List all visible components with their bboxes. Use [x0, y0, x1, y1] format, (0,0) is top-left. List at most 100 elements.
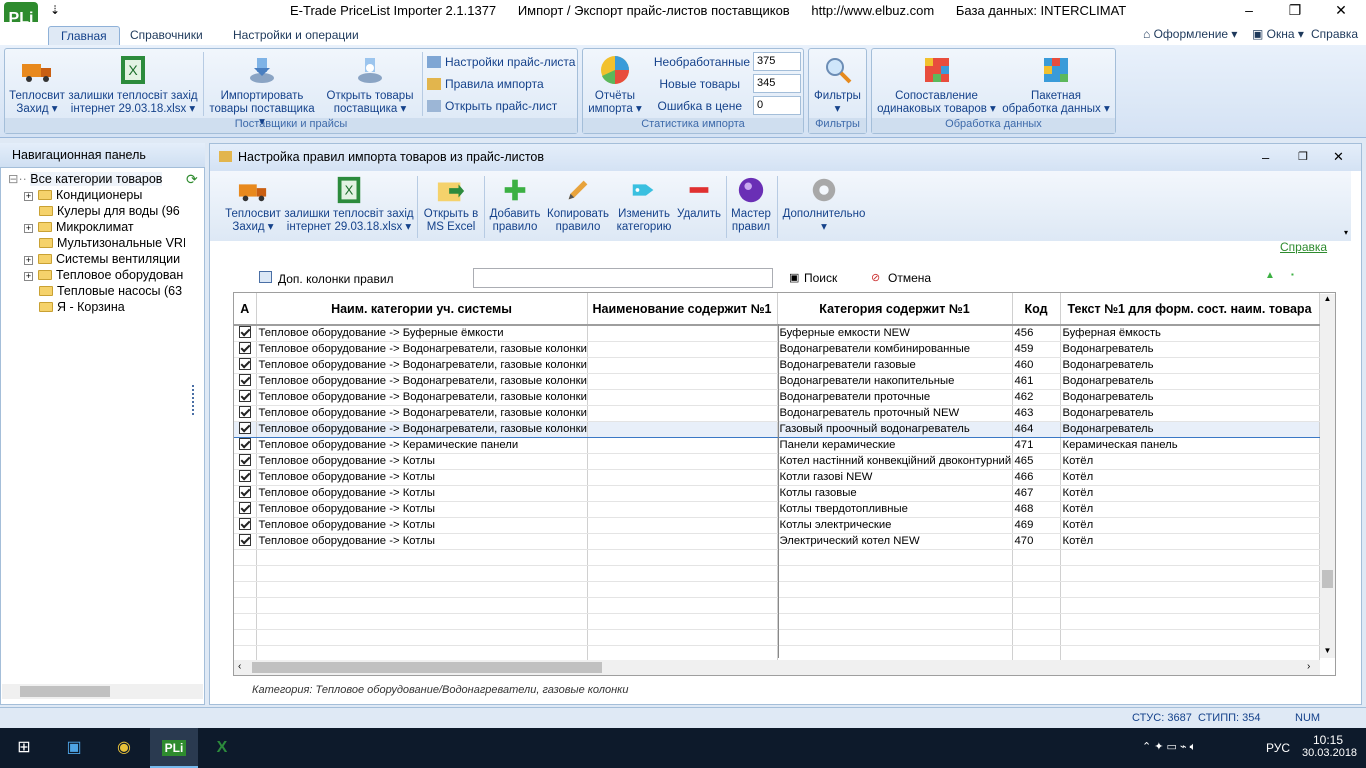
category-cell[interactable]: Тепловое оборудование -> Водонагреватели…	[256, 357, 588, 374]
windows-start-icon[interactable]: ⊞	[0, 728, 48, 768]
text-cell[interactable]	[1060, 629, 1320, 646]
excel-taskbar-icon[interactable]: X	[198, 728, 246, 768]
grid-horizontal-scrollbar[interactable]: ‹ ›	[234, 660, 1320, 675]
code-cell[interactable]: 470	[1012, 533, 1061, 550]
text-cell[interactable]: Буферная ёмкость	[1060, 325, 1320, 342]
table-row[interactable]: Тепловое оборудование -> Керамические па…	[234, 437, 1320, 454]
active-checkbox-cell[interactable]	[234, 549, 257, 566]
text-cell[interactable]: Котёл	[1060, 453, 1320, 470]
checkbox-checked-icon[interactable]	[239, 358, 251, 370]
expand-icon[interactable]: ▪	[1291, 270, 1294, 279]
code-cell[interactable]: 463	[1012, 405, 1061, 422]
import-rules-button[interactable]: Правила импорта	[427, 74, 544, 94]
active-checkbox-cell[interactable]	[234, 629, 257, 646]
text-cell[interactable]	[1060, 565, 1320, 582]
name-contains-cell[interactable]	[587, 517, 778, 534]
name-contains-cell[interactable]	[587, 581, 778, 598]
checkbox-checked-icon[interactable]	[239, 518, 251, 530]
search-button[interactable]: Поиск	[804, 271, 837, 285]
windows-menu[interactable]: ▣ Окна ▾	[1252, 27, 1304, 41]
pricelist-importer-taskbar-icon[interactable]: PLi	[150, 728, 198, 768]
extra-columns-button[interactable]: Доп. колонки правил	[278, 272, 394, 286]
text-cell[interactable]: Водонагреватель	[1060, 341, 1320, 358]
inner-minimize-icon[interactable]: –	[1262, 150, 1269, 165]
table-row[interactable]: Тепловое оборудование -> Водонагреватели…	[234, 405, 1320, 422]
code-cell[interactable]	[1012, 629, 1061, 646]
table-row[interactable]: Тепловое оборудование -> Водонагреватели…	[234, 389, 1320, 406]
active-checkbox-cell[interactable]	[234, 437, 257, 454]
tree-item[interactable]: Тепловые насосы (63	[24, 283, 185, 299]
table-row[interactable]	[234, 629, 1320, 646]
tray-icons[interactable]: ⌃ ✦ ▭ ⌁ 🔈︎	[1142, 740, 1196, 754]
tree-item[interactable]: Я - Корзина	[24, 299, 185, 315]
import-goods-button[interactable]: Импортировать товары поставщика ▾	[206, 54, 318, 129]
category-contains-cell[interactable]: Котлы газовые	[777, 485, 1013, 502]
text-cell[interactable]	[1060, 597, 1320, 614]
category-cell[interactable]	[256, 629, 588, 646]
checkbox-checked-icon[interactable]	[239, 454, 251, 466]
active-checkbox-cell[interactable]	[234, 389, 257, 406]
category-cell[interactable]	[256, 565, 588, 582]
category-cell[interactable]: Тепловое оборудование -> Водонагреватели…	[256, 389, 588, 406]
col-header-text[interactable]: Текст №1 для форм. сост. наим. товара	[1060, 293, 1320, 326]
category-cell[interactable]	[256, 597, 588, 614]
open-goods-button[interactable]: Открыть товары поставщика ▾	[320, 54, 420, 116]
tab-settings[interactable]: Настройки и операции	[221, 26, 371, 45]
code-cell[interactable]: 461	[1012, 373, 1061, 390]
category-cell[interactable]	[256, 549, 588, 566]
name-contains-cell[interactable]	[587, 565, 778, 582]
active-checkbox-cell[interactable]	[234, 341, 257, 358]
language-indicator[interactable]: РУС	[1266, 741, 1290, 755]
code-cell[interactable]: 469	[1012, 517, 1061, 534]
category-cell[interactable]: Тепловое оборудование -> Водонагреватели…	[256, 421, 588, 438]
col-header-name-contains[interactable]: Наименование содержит №1	[587, 293, 778, 326]
more-options-button[interactable]: Дополнительно ▾	[780, 175, 868, 234]
name-contains-cell[interactable]	[587, 389, 778, 406]
code-cell[interactable]: 460	[1012, 357, 1061, 374]
category-cell[interactable]	[256, 613, 588, 630]
code-cell[interactable]: 466	[1012, 469, 1061, 486]
active-checkbox-cell[interactable]	[234, 357, 257, 374]
inner-close-icon[interactable]: ✕	[1333, 149, 1344, 165]
col-header-code[interactable]: Код	[1012, 293, 1061, 326]
open-pricelist-button[interactable]: Открыть прайс-лист	[427, 96, 557, 116]
category-contains-cell[interactable]: Водонагреватели проточные	[777, 389, 1013, 406]
name-contains-cell[interactable]	[587, 549, 778, 566]
restore-icon[interactable]: ❐	[1272, 0, 1318, 22]
checkbox-checked-icon[interactable]	[239, 486, 251, 498]
name-contains-cell[interactable]	[587, 533, 778, 550]
category-cell[interactable]: Тепловое оборудование -> Буферные ёмкост…	[256, 325, 588, 342]
code-cell[interactable]: 471	[1012, 437, 1061, 454]
delete-rule-button[interactable]: Удалить	[676, 175, 722, 221]
active-checkbox-cell[interactable]	[234, 373, 257, 390]
text-cell[interactable]: Котёл	[1060, 517, 1320, 534]
add-rule-button[interactable]: Добавить правило	[486, 175, 544, 234]
text-cell[interactable]: Водонагреватель	[1060, 405, 1320, 422]
table-row[interactable]: Тепловое оборудование -> Водонагреватели…	[234, 341, 1320, 358]
text-cell[interactable]: Котёл	[1060, 501, 1320, 518]
category-contains-cell[interactable]	[777, 613, 1013, 630]
table-row[interactable]: Тепловое оборудование -> Буферные ёмкост…	[234, 325, 1320, 342]
rules-wizard-button[interactable]: Мастер правил	[728, 175, 774, 234]
text-cell[interactable]: Водонагреватель	[1060, 421, 1320, 438]
checkbox-checked-icon[interactable]	[239, 470, 251, 482]
code-cell[interactable]: 468	[1012, 501, 1061, 518]
category-contains-cell[interactable]	[777, 581, 1013, 598]
collapse-up-icon[interactable]: ▲	[1265, 270, 1275, 281]
close-icon[interactable]: ✕	[1318, 0, 1364, 22]
chrome-icon[interactable]: ◉	[100, 728, 148, 768]
active-checkbox-cell[interactable]	[234, 405, 257, 422]
table-row[interactable]	[234, 565, 1320, 582]
active-checkbox-cell[interactable]	[234, 565, 257, 582]
table-row[interactable]: Тепловое оборудование -> Котлы Котлы газо…	[234, 485, 1320, 502]
category-contains-cell[interactable]: Котли газові NEW	[777, 469, 1013, 486]
table-row[interactable]	[234, 581, 1320, 598]
tree-item[interactable]: + Тепловое оборудован	[24, 267, 185, 283]
checkbox-checked-icon[interactable]	[239, 406, 251, 418]
active-checkbox-cell[interactable]	[234, 581, 257, 598]
minimize-icon[interactable]: –	[1226, 0, 1272, 22]
active-checkbox-cell[interactable]	[234, 325, 257, 342]
checkbox-checked-icon[interactable]	[239, 534, 251, 546]
code-cell[interactable]	[1012, 581, 1061, 598]
name-contains-cell[interactable]	[587, 437, 778, 454]
